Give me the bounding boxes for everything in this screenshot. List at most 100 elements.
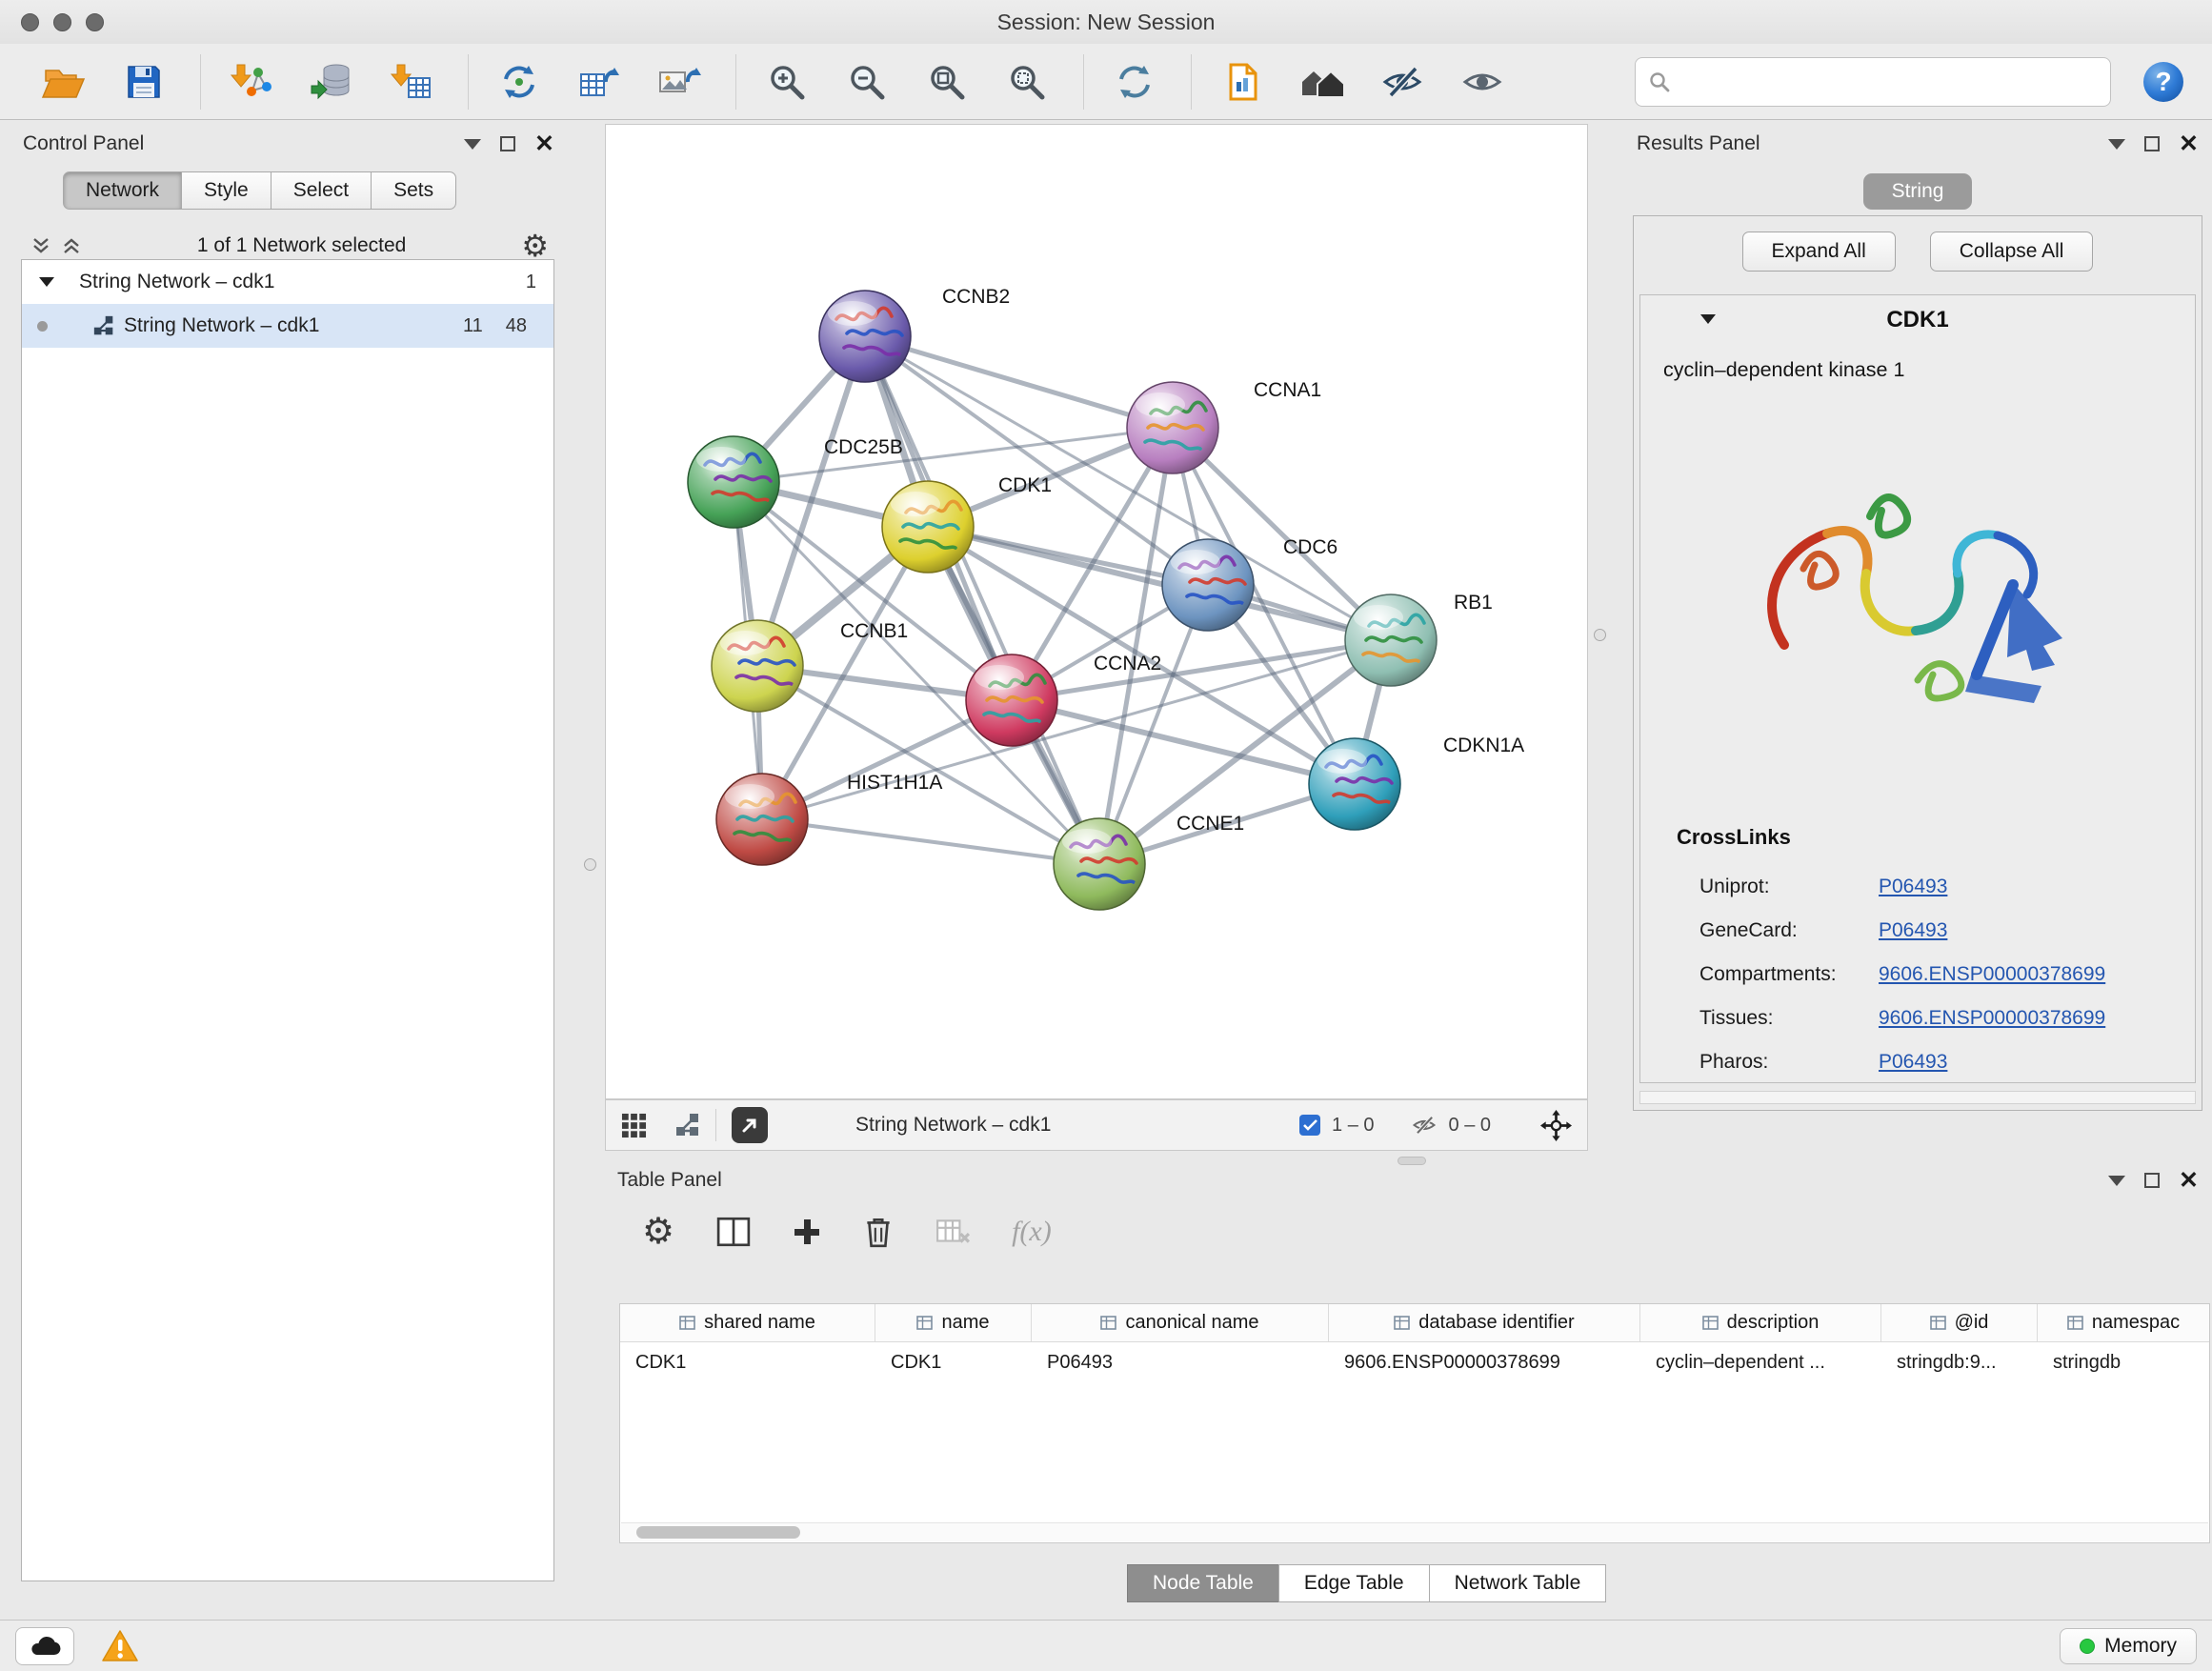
column-header-name[interactable]: name [875, 1304, 1032, 1341]
create-column-plus-icon[interactable] [793, 1218, 821, 1246]
column-header-shared-name[interactable]: shared name [620, 1304, 875, 1341]
search-box[interactable] [1635, 57, 2111, 107]
cell-description[interactable]: cyclin–dependent ... [1640, 1342, 1881, 1382]
control-panel-maximize-button[interactable] [500, 136, 515, 151]
tab-network[interactable]: Network [63, 171, 182, 210]
memory-label: Memory [2104, 1635, 2177, 1658]
column-header-description[interactable]: description [1640, 1304, 1881, 1341]
birdseye-grid-icon[interactable] [621, 1113, 647, 1138]
expand-all-networks-icon[interactable] [61, 236, 82, 255]
scrollbar-thumb[interactable] [636, 1526, 800, 1539]
network-edge[interactable] [865, 336, 1173, 428]
control-panel-float-button[interactable] [464, 139, 481, 150]
column-header-database-identifier[interactable]: database identifier [1329, 1304, 1640, 1341]
network-node-ccna2[interactable] [966, 654, 1057, 746]
cell-canonical-name[interactable]: P06493 [1032, 1342, 1329, 1382]
cell-id[interactable]: stringdb:9... [1881, 1342, 2038, 1382]
delete-column-trash-icon[interactable] [863, 1215, 894, 1249]
cloud-status-button[interactable] [15, 1627, 74, 1665]
import-table-icon[interactable] [384, 54, 439, 110]
tab-select[interactable]: Select [271, 171, 372, 210]
collapse-all-button[interactable]: Collapse All [1930, 232, 2094, 272]
network-node-hist1h1a[interactable] [716, 774, 808, 865]
export-image-icon[interactable] [652, 54, 707, 110]
hide-panel-eye-slash-icon[interactable] [1375, 54, 1430, 110]
tab-network-table[interactable]: Network Table [1429, 1564, 1607, 1602]
save-session-icon[interactable] [116, 54, 171, 110]
warning-icon[interactable] [101, 1629, 139, 1663]
network-options-gear-icon[interactable]: ⚙ [521, 231, 549, 261]
results-scrollbar[interactable] [1639, 1091, 2196, 1104]
network-node-cdk1[interactable] [882, 481, 974, 573]
column-header-namespace[interactable]: namespac [2038, 1304, 2209, 1341]
open-session-icon[interactable] [36, 54, 91, 110]
string-network-icon [93, 315, 114, 336]
zoom-in-icon[interactable] [759, 54, 814, 110]
crosslink-pharos-link[interactable]: P06493 [1879, 1051, 1947, 1074]
string-results-tab[interactable]: String [1863, 173, 1973, 210]
results-panel-close-button[interactable]: ✕ [2179, 132, 2199, 156]
table-panel-maximize-button[interactable] [2144, 1173, 2160, 1188]
apply-layout-icon[interactable] [1107, 54, 1162, 110]
network-row-selected[interactable]: String Network – cdk1 11 48 [22, 304, 553, 348]
crosslink-uniprot-link[interactable]: P06493 [1879, 876, 1947, 898]
results-panel-maximize-button[interactable] [2144, 136, 2160, 151]
help-button[interactable]: ? [2136, 54, 2191, 110]
import-network-file-icon[interactable] [224, 54, 279, 110]
table-options-gear-icon[interactable]: ⚙ [642, 1214, 674, 1250]
cell-namespace[interactable]: stringdb [2038, 1342, 2209, 1382]
network-share-icon[interactable] [675, 1113, 700, 1137]
network-node-ccnb1[interactable] [712, 620, 803, 712]
table-panel-float-button[interactable] [2108, 1176, 2125, 1186]
table-horizontal-scrollbar[interactable] [621, 1522, 2208, 1541]
tab-sets[interactable]: Sets [371, 171, 456, 210]
search-input[interactable] [1679, 70, 2097, 94]
network-graph[interactable]: CCNB2CCNA1CDC25BCDK1CDC6RB1CCNB1CCNA2CDK… [606, 125, 1587, 1098]
export-table-icon[interactable] [572, 54, 627, 110]
crosslink-genecard-link[interactable]: P06493 [1879, 919, 1947, 942]
network-collection-row[interactable]: String Network – cdk1 1 [22, 260, 553, 304]
zoom-selected-icon[interactable] [999, 54, 1055, 110]
zoom-fit-icon[interactable] [919, 54, 975, 110]
network-node-rb1[interactable] [1345, 594, 1437, 686]
show-columns-icon[interactable] [716, 1216, 751, 1248]
cell-shared-name[interactable]: CDK1 [620, 1342, 875, 1382]
network-view-canvas[interactable]: CCNB2CCNA1CDC25BCDK1CDC6RB1CCNB1CCNA2CDK… [605, 124, 1588, 1099]
tab-node-table[interactable]: Node Table [1127, 1564, 1279, 1602]
crosslink-compartments-link[interactable]: 9606.ENSP00000378699 [1879, 963, 2105, 986]
crosslink-tissues-link[interactable]: 9606.ENSP00000378699 [1879, 1007, 2105, 1030]
network-node-ccnb2[interactable] [819, 291, 911, 382]
column-header-canonical-name[interactable]: canonical name [1032, 1304, 1329, 1341]
network-node-cdkn1a[interactable] [1309, 738, 1400, 830]
table-panel-close-button[interactable]: ✕ [2179, 1169, 2199, 1193]
import-network-database-icon[interactable] [304, 54, 359, 110]
network-node-cdc6[interactable] [1162, 539, 1254, 631]
network-edge[interactable] [762, 819, 1099, 864]
open-document-icon[interactable] [1215, 54, 1270, 110]
collapse-all-networks-icon[interactable] [30, 236, 51, 255]
memory-button[interactable]: Memory [2060, 1628, 2197, 1664]
control-panel-close-button[interactable]: ✕ [534, 132, 554, 156]
show-panel-eye-icon[interactable] [1455, 54, 1510, 110]
cell-database-identifier[interactable]: 9606.ENSP00000378699 [1329, 1342, 1640, 1382]
tree-expand-icon[interactable] [39, 277, 54, 287]
results-panel-float-button[interactable] [2108, 139, 2125, 150]
zoom-out-icon[interactable] [839, 54, 895, 110]
pan-crosshair-icon[interactable] [1540, 1110, 1572, 1141]
node-label-hist1h1a: HIST1H1A [847, 772, 942, 794]
right-splitter-handle[interactable] [1594, 629, 1606, 641]
left-splitter-handle[interactable] [584, 858, 596, 871]
export-network-icon[interactable] [492, 54, 547, 110]
network-node-cdc25b[interactable] [688, 436, 779, 528]
network-node-ccne1[interactable] [1054, 818, 1145, 910]
tab-style[interactable]: Style [181, 171, 271, 210]
selected-nodes-checkbox[interactable] [1299, 1115, 1320, 1136]
table-row[interactable]: CDK1 CDK1 P06493 9606.ENSP00000378699 cy… [620, 1342, 2209, 1382]
open-in-new-window-button[interactable] [732, 1107, 768, 1143]
tab-edge-table[interactable]: Edge Table [1278, 1564, 1430, 1602]
expand-all-button[interactable]: Expand All [1742, 232, 1896, 272]
cell-name[interactable]: CDK1 [875, 1342, 1032, 1382]
network-node-ccna1[interactable] [1127, 382, 1218, 473]
column-header-id[interactable]: @id [1881, 1304, 2038, 1341]
home-browser-icon[interactable] [1295, 54, 1350, 110]
